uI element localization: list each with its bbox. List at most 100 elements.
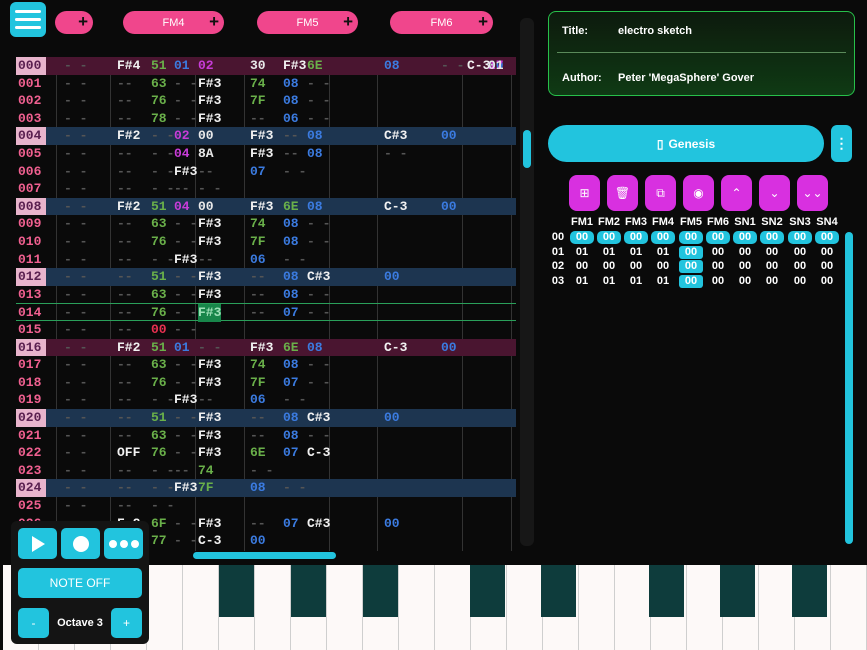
pattern-cell[interactable]: C-3 bbox=[384, 198, 407, 216]
order-cell[interactable]: 00 bbox=[679, 260, 703, 273]
pattern-cell[interactable]: - - bbox=[174, 304, 197, 322]
pattern-cell[interactable]: F#3 bbox=[198, 268, 221, 286]
pattern-cell[interactable]: -- bbox=[198, 163, 214, 181]
pattern-cell[interactable]: 00 bbox=[384, 409, 400, 427]
pattern-cell[interactable]: - - bbox=[307, 110, 330, 128]
pattern-cell[interactable]: 7F bbox=[250, 233, 266, 251]
pattern-cell[interactable]: - - bbox=[174, 409, 197, 427]
channel-tab-fm3[interactable]: + bbox=[55, 11, 93, 34]
pattern-cell[interactable]: F#3 bbox=[198, 233, 221, 251]
pattern-cell[interactable]: - - bbox=[174, 321, 197, 339]
white-key[interactable] bbox=[687, 565, 723, 650]
pattern-cell[interactable]: -- bbox=[250, 286, 266, 304]
play-button[interactable] bbox=[18, 528, 57, 559]
pattern-cell[interactable]: C-3 bbox=[384, 339, 407, 357]
order-cell[interactable]: 00 bbox=[597, 260, 621, 273]
pattern-cell[interactable]: - - bbox=[64, 57, 87, 75]
pattern-cell[interactable]: F#3 bbox=[198, 286, 221, 304]
pattern-cell[interactable]: F#3 bbox=[250, 198, 273, 216]
pattern-cell[interactable]: F#3 bbox=[198, 515, 221, 533]
add-effect-column-icon[interactable]: + bbox=[478, 12, 488, 32]
pattern-cell[interactable]: 08 bbox=[283, 75, 299, 93]
pattern-row[interactable]: 022- - OFF 76- - F#3 6E 07 C-3 bbox=[16, 444, 516, 462]
pattern-cell[interactable]: 02 bbox=[174, 127, 190, 145]
pattern-cell[interactable]: - - bbox=[307, 75, 330, 93]
pattern-cell[interactable]: - - bbox=[151, 391, 174, 409]
pattern-cell[interactable]: C#3 bbox=[384, 127, 407, 145]
move-up-icon-button[interactable]: ⌃ bbox=[721, 175, 752, 211]
pattern-cell[interactable]: 8A bbox=[198, 145, 214, 163]
pattern-cell[interactable]: 08 bbox=[283, 427, 299, 445]
note-off-button[interactable]: NOTE OFF bbox=[18, 568, 142, 598]
pattern-cell[interactable]: -- bbox=[117, 391, 133, 409]
white-key[interactable] bbox=[435, 565, 471, 650]
system-button[interactable]: ▯ Genesis bbox=[548, 125, 824, 162]
pattern-cell[interactable]: -- bbox=[117, 268, 133, 286]
order-cell[interactable]: 01 bbox=[597, 275, 621, 288]
pattern-scroll-thumb[interactable] bbox=[523, 130, 531, 168]
white-key[interactable] bbox=[327, 565, 363, 650]
pattern-cell[interactable]: - - bbox=[64, 444, 87, 462]
order-cell[interactable]: 00 bbox=[679, 231, 703, 244]
pattern-cell[interactable]: F#3 bbox=[198, 409, 221, 427]
pattern-cell[interactable]: 00 bbox=[198, 198, 214, 216]
order-cell[interactable]: 00 bbox=[651, 231, 675, 244]
order-cell[interactable]: 00 bbox=[679, 274, 703, 288]
pattern-cell[interactable]: 08 bbox=[283, 356, 299, 374]
pattern-cell[interactable]: F#3 bbox=[198, 427, 221, 445]
pattern-cell[interactable]: -- bbox=[283, 127, 299, 145]
pattern-cell[interactable]: -- bbox=[250, 409, 266, 427]
pattern-cell[interactable]: F#3 bbox=[198, 110, 221, 128]
pattern-cell[interactable]: F#3 bbox=[198, 444, 221, 462]
pattern-cell[interactable]: - - bbox=[174, 268, 197, 286]
pattern-cell[interactable]: - - bbox=[307, 356, 330, 374]
pattern-cell[interactable]: 7F bbox=[250, 92, 266, 110]
pattern-cell[interactable]: - - bbox=[307, 92, 330, 110]
pattern-cell[interactable]: 08 bbox=[384, 57, 400, 75]
pattern-row[interactable]: 023- - -- - - -- 74- - bbox=[16, 462, 516, 480]
pattern-cell[interactable]: -- bbox=[117, 233, 133, 251]
pattern-cell[interactable]: - - bbox=[64, 110, 87, 128]
pattern-cell[interactable]: F#2 bbox=[117, 198, 140, 216]
pattern-cell[interactable]: 74 bbox=[250, 356, 266, 374]
pattern-cell[interactable]: - - bbox=[64, 497, 87, 515]
pattern-cell[interactable]: -- bbox=[198, 391, 214, 409]
pattern-cell[interactable]: -- bbox=[117, 92, 133, 110]
pattern-cell[interactable]: 6E bbox=[250, 444, 266, 462]
channel-tab-fm6[interactable]: FM6 + bbox=[390, 11, 493, 34]
order-cell[interactable]: 01 bbox=[570, 246, 594, 259]
pattern-cell[interactable]: - - bbox=[250, 462, 273, 480]
order-cell[interactable]: 00 bbox=[651, 260, 675, 273]
pattern-cell[interactable]: 00 bbox=[441, 339, 457, 357]
pattern-cell[interactable]: - - bbox=[307, 374, 330, 392]
pattern-cell[interactable]: - - bbox=[64, 145, 87, 163]
pattern-cell[interactable]: - - bbox=[198, 180, 221, 198]
order-cell[interactable]: 00 bbox=[733, 260, 757, 273]
pattern-cell[interactable]: -- bbox=[117, 75, 133, 93]
pattern-cell[interactable]: F#3 bbox=[198, 374, 221, 392]
pattern-row[interactable]: 016 - - F#2 51 01 - - F#3 6E 08 C-3 00 bbox=[16, 338, 516, 357]
order-cell[interactable]: 00 bbox=[815, 275, 839, 288]
pattern-cell[interactable]: 76 bbox=[151, 233, 167, 251]
more-transport-button[interactable] bbox=[104, 528, 143, 559]
pattern-cell[interactable]: - - bbox=[283, 251, 306, 269]
pattern-cell[interactable]: 6E bbox=[307, 57, 323, 75]
pattern-cell[interactable]: F#3 bbox=[198, 75, 221, 93]
pattern-cell[interactable]: - - bbox=[64, 198, 87, 216]
pattern-cell[interactable]: 00 bbox=[384, 515, 400, 533]
pattern-cell[interactable]: 76 bbox=[151, 444, 167, 462]
black-key[interactable] bbox=[470, 565, 505, 617]
pattern-cell[interactable]: - - bbox=[307, 215, 330, 233]
pattern-cell[interactable]: -- bbox=[117, 356, 133, 374]
pattern-cell[interactable]: - - bbox=[151, 180, 174, 198]
pattern-editor[interactable]: 000- - F#4 51 01 02 30 F#3 6E 08- - C-3 00 17 01 001-… bbox=[16, 57, 516, 551]
order-cell[interactable]: 01 bbox=[570, 275, 594, 288]
pattern-cell[interactable]: 63 bbox=[151, 286, 167, 304]
pattern-cell[interactable]: C#3 bbox=[307, 268, 330, 286]
pattern-cell[interactable]: 74 bbox=[198, 462, 214, 480]
white-key[interactable] bbox=[831, 565, 867, 650]
pattern-cell[interactable]: - - bbox=[151, 163, 174, 181]
pattern-cell[interactable]: -- bbox=[250, 268, 266, 286]
white-key[interactable] bbox=[507, 565, 543, 650]
pattern-row[interactable]: 025 - - -- - - bbox=[16, 497, 516, 515]
